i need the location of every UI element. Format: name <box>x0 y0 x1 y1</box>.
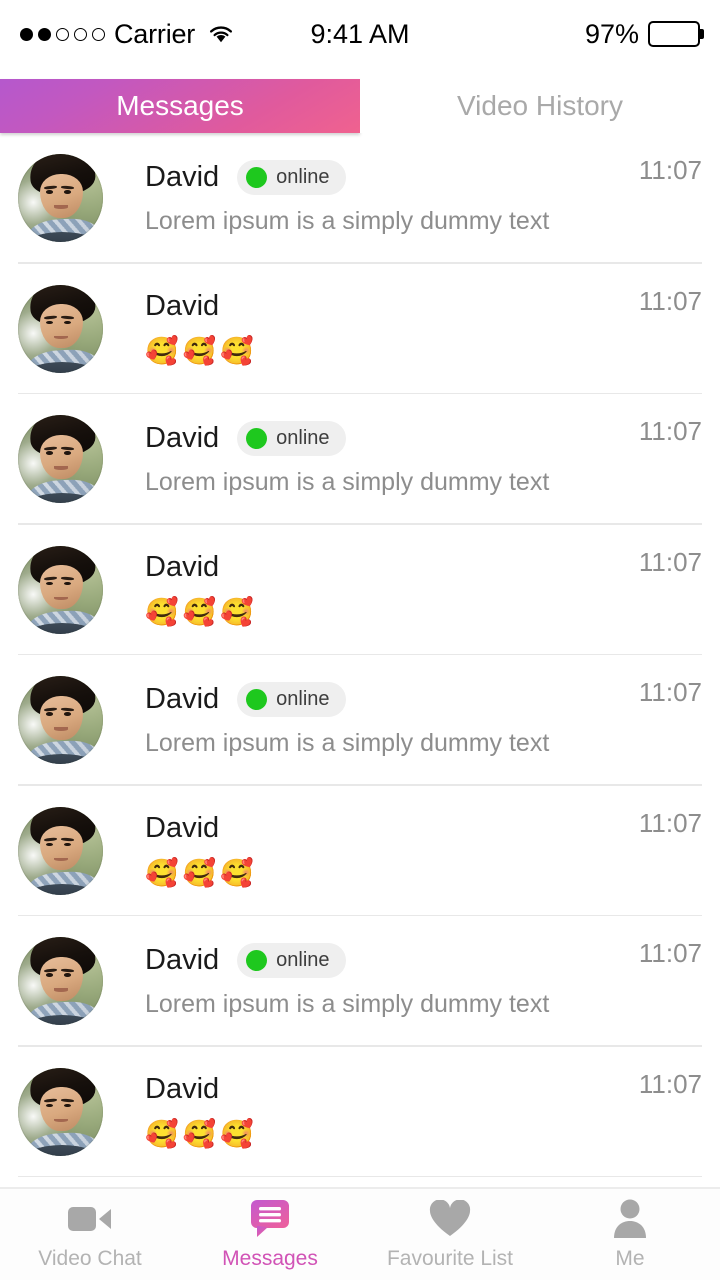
message-time: 11:07 <box>638 677 702 707</box>
avatar <box>18 676 103 765</box>
chat-bubble-icon <box>249 1198 291 1240</box>
status-bar: Carrier 9:41 AM 97% <box>0 0 720 68</box>
conversation-header: David <box>145 812 639 845</box>
avatar <box>18 415 103 504</box>
message-preview: 🥰🥰🥰 <box>145 336 258 367</box>
conversation-row[interactable]: David online Lorem ipsum is a simply dum… <box>0 655 720 786</box>
tab-video-history-label: Video History <box>456 90 623 121</box>
avatar <box>18 545 103 634</box>
conversation-body: David 🥰🥰🥰 <box>103 290 639 367</box>
conversation-header: David <box>145 290 639 323</box>
contact-name: David <box>145 290 220 323</box>
message-time: 11:07 <box>638 807 702 838</box>
conversation-header: David <box>145 551 639 584</box>
video-camera-icon <box>67 1198 113 1240</box>
online-dot-icon <box>246 167 268 189</box>
avatar <box>18 154 103 243</box>
status-badge: online <box>237 160 346 196</box>
status-bar-left: Carrier <box>20 19 234 50</box>
status-bar-right: 97% <box>584 0 704 68</box>
status-badge-label: online <box>276 688 330 711</box>
message-preview: Lorem ipsum is a simply dummy text <box>145 990 550 1019</box>
bottom-navigation-bar: Video Chat Messages Favourite List Me <box>0 1187 720 1280</box>
status-badge: online <box>237 943 346 979</box>
status-badge-label: online <box>276 166 330 189</box>
message-preview: Lorem ipsum is a simply dummy text <box>145 729 550 758</box>
nav-label-video-chat: Video Chat <box>38 1247 142 1270</box>
nav-label-favourite-list: Favourite List <box>386 1247 514 1270</box>
conversation-row[interactable]: David online Lorem ipsum is a simply dum… <box>0 133 720 264</box>
battery-cap <box>700 29 704 39</box>
contact-name: David <box>145 1073 220 1106</box>
contact-name: David <box>145 683 220 716</box>
conversation-row[interactable]: David 🥰🥰🥰 11:07 <box>0 264 720 395</box>
status-badge: online <box>237 682 346 718</box>
message-preview: 🥰🥰🥰 <box>145 597 258 628</box>
status-badge: online <box>237 421 346 457</box>
conversation-header: David online <box>145 421 639 457</box>
contact-name: David <box>145 551 220 584</box>
conversation-body: David 🥰🥰🥰 <box>103 1073 639 1150</box>
battery-percent-label: 97% <box>584 18 639 49</box>
nav-label-me: Me <box>615 1247 645 1270</box>
message-time: 11:07 <box>638 1068 702 1099</box>
conversation-body: David online Lorem ipsum is a simply dum… <box>103 421 639 497</box>
message-time: 11:07 <box>638 285 702 316</box>
avatar <box>18 1067 103 1156</box>
conversation-header: David online <box>145 682 639 718</box>
conversation-body: David 🥰🥰🥰 <box>103 812 639 889</box>
conversation-header: David online <box>145 943 639 979</box>
tab-bar: Messages Video History <box>0 79 720 135</box>
contact-name: David <box>145 944 220 977</box>
clock-label: 9:41 AM <box>310 18 410 49</box>
conversation-row[interactable]: David online Lorem ipsum is a simply dum… <box>0 916 720 1047</box>
contact-name: David <box>145 161 220 194</box>
wifi-icon <box>208 24 234 44</box>
message-preview: 🥰🥰🥰 <box>145 1119 258 1150</box>
message-time: 11:07 <box>638 938 702 968</box>
online-dot-icon <box>246 689 268 711</box>
nav-item-messages[interactable]: Messages <box>180 1189 360 1280</box>
conversation-row[interactable]: David 🥰🥰🥰 11:07 <box>0 525 720 656</box>
battery-icon <box>648 21 704 47</box>
message-preview: Lorem ipsum is a simply dummy text <box>145 207 550 236</box>
nav-item-favourite-list[interactable]: Favourite List <box>360 1189 540 1280</box>
app-screen: Carrier 9:41 AM 97% Messages Video Histo… <box>0 0 720 1280</box>
message-time: 11:07 <box>638 155 702 185</box>
message-preview: Lorem ipsum is a simply dummy text <box>145 468 550 497</box>
conversation-body: David online Lorem ipsum is a simply dum… <box>103 943 639 1019</box>
nav-label-messages: Messages <box>222 1247 318 1270</box>
conversation-body: David online Lorem ipsum is a simply dum… <box>103 682 639 758</box>
message-preview: 🥰🥰🥰 <box>145 858 258 889</box>
message-time: 11:07 <box>638 416 702 446</box>
nav-item-me[interactable]: Me <box>540 1189 720 1280</box>
nav-item-video-chat[interactable]: Video Chat <box>0 1189 180 1280</box>
conversation-row[interactable]: David online Lorem ipsum is a simply dum… <box>0 394 720 525</box>
heart-icon <box>429 1198 471 1240</box>
tab-video-history[interactable]: Video History <box>360 79 720 133</box>
tab-messages[interactable]: Messages <box>0 79 360 133</box>
online-dot-icon <box>246 950 268 972</box>
signal-strength-icon <box>20 27 105 41</box>
conversation-row[interactable]: David 🥰🥰🥰 11:07 <box>0 786 720 917</box>
conversation-header: David <box>145 1073 639 1106</box>
person-icon <box>612 1198 648 1240</box>
status-badge-label: online <box>276 427 330 450</box>
conversation-list[interactable]: David online Lorem ipsum is a simply dum… <box>0 133 720 1187</box>
avatar <box>18 806 103 895</box>
avatar <box>18 284 103 373</box>
message-time: 11:07 <box>638 546 702 577</box>
conversation-row[interactable]: David 🥰🥰🥰 11:07 <box>0 1047 720 1178</box>
tab-messages-label: Messages <box>116 90 244 121</box>
status-badge-label: online <box>276 949 330 972</box>
carrier-label: Carrier <box>114 18 196 49</box>
contact-name: David <box>145 812 220 845</box>
conversation-body: David 🥰🥰🥰 <box>103 551 639 628</box>
conversation-header: David online <box>145 160 639 196</box>
avatar <box>18 937 103 1026</box>
contact-name: David <box>145 422 220 455</box>
online-dot-icon <box>246 428 268 450</box>
conversation-body: David online Lorem ipsum is a simply dum… <box>103 160 639 236</box>
